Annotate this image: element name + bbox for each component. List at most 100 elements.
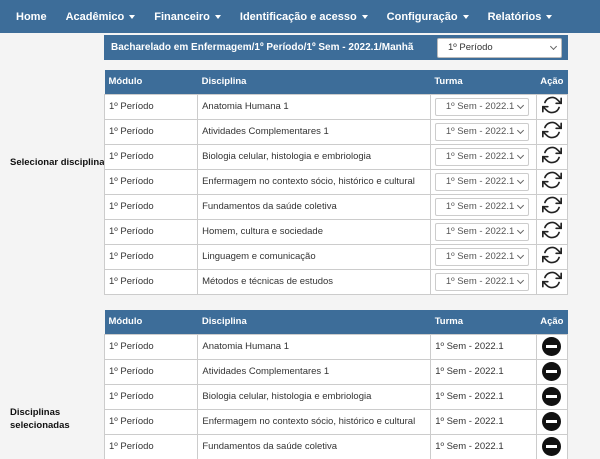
turma-select[interactable]: 1º Sem - 2022.1 — [434, 197, 529, 216]
nav-relatorios[interactable]: Relatórios — [488, 11, 553, 23]
turma-select[interactable]: 1º Sem - 2022.1 — [434, 222, 529, 241]
caret-down-icon — [129, 14, 136, 19]
cell-turma: 1º Sem - 2022.1 — [429, 218, 537, 245]
cell-acao — [535, 358, 569, 385]
chevron-down-icon — [516, 201, 524, 209]
cell-modulo: 1º Período — [103, 408, 199, 435]
sync-icon[interactable] — [541, 220, 562, 243]
turma-select[interactable]: 1º Sem - 2022.1 — [434, 247, 529, 266]
cell-disciplina: Biologia celular, histologia e embriolog… — [197, 143, 431, 170]
selected-disciplines-table: Módulo Disciplina Turma Ação 1º Período A… — [103, 310, 569, 459]
sync-icon[interactable] — [541, 145, 562, 168]
turma-select-value: 1º Sem - 2022.1 — [445, 176, 515, 187]
nav-financeiro[interactable]: Financeiro — [154, 11, 221, 23]
turma-select-value: 1º Sem - 2022.1 — [445, 151, 515, 162]
cell-disciplina: Anatomia Humana 1 — [197, 93, 431, 120]
col-disciplina: Disciplina — [197, 70, 431, 94]
turma-select[interactable]: 1º Sem - 2022.1 — [434, 272, 529, 291]
nav-home[interactable]: Home — [16, 11, 47, 23]
nav-home-label: Home — [16, 10, 47, 23]
nav-financeiro-label: Financeiro — [154, 10, 210, 23]
nav-identificacao[interactable]: Identificação e acesso — [240, 11, 368, 23]
minus-circle-icon[interactable] — [542, 337, 562, 356]
cell-disciplina: Atividades Complementares 1 — [197, 118, 431, 145]
sync-icon[interactable] — [541, 245, 562, 268]
cell-turma: 1º Sem - 2022.1 — [429, 168, 537, 195]
table-header-row: Módulo Disciplina Turma Ação — [104, 70, 568, 94]
cell-disciplina: Fundamentos da saúde coletiva — [197, 193, 431, 220]
turma-select-value: 1º Sem - 2022.1 — [445, 226, 515, 237]
cell-disciplina: Biologia celular, histologia e embriolog… — [197, 383, 432, 410]
turma-select-value: 1º Sem - 2022.1 — [445, 276, 515, 287]
cell-turma: 1º Sem - 2022.1 — [430, 383, 537, 410]
cell-modulo: 1º Período — [103, 268, 199, 295]
chevron-down-icon — [516, 251, 524, 259]
cell-acao — [535, 268, 569, 295]
col-turma: Turma — [430, 310, 537, 334]
sync-icon[interactable] — [541, 195, 562, 218]
cell-acao — [535, 93, 569, 120]
chevron-down-icon — [516, 126, 524, 134]
table-row: 1º Período Linguagem e comunicação 1º Sem … — [103, 243, 569, 270]
cell-modulo: 1º Período — [103, 383, 199, 410]
cell-acao — [535, 408, 569, 435]
turma-select-value: 1º Sem - 2022.1 — [445, 101, 515, 112]
col-acao: Ação — [536, 310, 568, 334]
col-acao: Ação — [536, 70, 568, 94]
turma-select-value: 1º Sem - 2022.1 — [445, 126, 515, 137]
minus-circle-icon[interactable] — [542, 412, 562, 431]
nav-academico[interactable]: Acadêmico — [66, 11, 136, 23]
table-row: 1º Período Homem, cultura e sociedade 1º S… — [103, 218, 569, 245]
available-disciplines-table: Módulo Disciplina Turma Ação 1º Período A… — [103, 70, 569, 295]
course-title: Bacharelado em Enfermagem/1º Período/1º … — [111, 42, 414, 53]
sync-icon[interactable] — [541, 120, 562, 143]
turma-select[interactable]: 1º Sem - 2022.1 — [434, 122, 529, 141]
nav-academico-label: Acadêmico — [65, 10, 125, 23]
table-row: 1º Período Atividades Complementares 1 1º … — [103, 118, 569, 145]
cell-acao — [535, 243, 569, 270]
minus-circle-icon[interactable] — [542, 362, 562, 381]
cell-acao — [535, 218, 569, 245]
col-turma: Turma — [430, 70, 537, 94]
nav-configuracao-label: Configuração — [386, 10, 458, 23]
top-navbar: Home Acadêmico Financeiro Identificação … — [0, 0, 600, 33]
cell-turma: 1º Sem - 2022.1 — [429, 143, 537, 170]
cell-disciplina: Anatomia Humana 1 — [197, 333, 432, 360]
chevron-down-icon — [516, 226, 524, 234]
cell-modulo: 1º Período — [103, 243, 199, 270]
cell-acao — [535, 193, 569, 220]
col-disciplina: Disciplina — [197, 310, 431, 334]
cell-turma: 1º Sem - 2022.1 — [430, 433, 537, 459]
period-select[interactable]: 1º Período — [437, 37, 562, 58]
caret-down-icon — [361, 14, 368, 19]
cell-acao — [535, 383, 569, 410]
sync-icon[interactable] — [541, 270, 562, 293]
turma-select[interactable]: 1º Sem - 2022.1 — [434, 147, 529, 166]
cell-turma: 1º Sem - 2022.1 — [429, 93, 537, 120]
selected-label-line1: Disciplinas — [10, 407, 61, 418]
cell-acao — [535, 118, 569, 145]
caret-down-icon — [462, 14, 469, 19]
table-header-row: Módulo Disciplina Turma Ação — [104, 310, 568, 334]
cell-turma: 1º Sem - 2022.1 — [430, 358, 537, 385]
nav-configuracao[interactable]: Configuração — [387, 11, 469, 23]
cell-turma: 1º Sem - 2022.1 — [429, 118, 537, 145]
cell-modulo: 1º Período — [103, 333, 199, 360]
minus-circle-icon[interactable] — [542, 437, 562, 456]
chevron-down-icon — [516, 276, 524, 284]
chevron-down-icon — [516, 101, 524, 109]
sync-icon[interactable] — [541, 170, 562, 193]
table-row: 1º Período Fundamentos da saúde coletiva 1… — [103, 433, 569, 459]
cell-turma: 1º Sem - 2022.1 — [430, 408, 537, 435]
turma-select[interactable]: 1º Sem - 2022.1 — [434, 172, 529, 191]
turma-select[interactable]: 1º Sem - 2022.1 — [434, 97, 529, 116]
sync-icon[interactable] — [541, 95, 562, 118]
cell-disciplina: Linguagem e comunicação — [197, 243, 431, 270]
caret-down-icon — [546, 14, 553, 19]
table-row: 1º Período Enfermagem no contexto sócio, … — [103, 168, 569, 195]
minus-circle-icon[interactable] — [542, 387, 562, 406]
select-section-label: Selecionar disciplinas — [10, 157, 110, 168]
chevron-down-icon — [516, 151, 524, 159]
cell-disciplina: Fundamentos da saúde coletiva — [197, 433, 432, 459]
chevron-down-icon — [516, 176, 524, 184]
